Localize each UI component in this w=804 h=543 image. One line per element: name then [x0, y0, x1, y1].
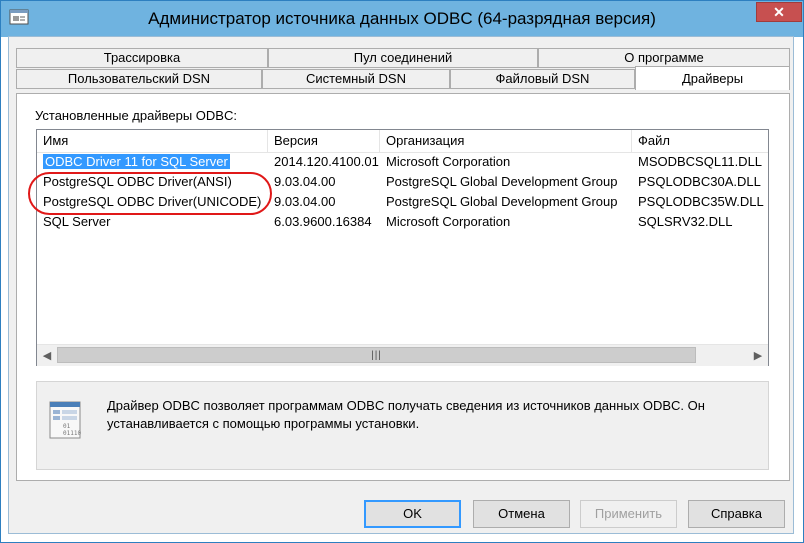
horizontal-scrollbar[interactable]: ◀ ||| ▶: [37, 344, 768, 366]
tab-label: Файловый DSN: [495, 71, 590, 86]
table-row[interactable]: SQL Server 6.03.9600.16384 Microsoft Cor…: [37, 212, 768, 232]
row-company-cell: Microsoft Corporation: [386, 214, 511, 229]
row-file-cell: PSQLODBC30A.DLL: [638, 174, 761, 189]
column-header-name[interactable]: Имя: [37, 130, 268, 152]
close-button[interactable]: ✕: [756, 2, 802, 22]
tab-file-dsn[interactable]: Файловый DSN: [450, 69, 635, 89]
tab-about[interactable]: О программе: [538, 48, 790, 68]
tab-drivers[interactable]: Драйверы: [635, 66, 790, 90]
row-company-cell: PostgreSQL Global Development Group: [386, 194, 618, 209]
row-file-cell: MSODBCSQL11.DLL: [638, 154, 763, 169]
tab-label: Системный DSN: [306, 71, 406, 86]
drivers-list[interactable]: Имя Версия Организация Файл ODBC Driver …: [36, 129, 769, 366]
selected-driver-name: ODBC Driver 11 for SQL Server: [43, 154, 230, 169]
row-name-cell: ODBC Driver 11 for SQL Server: [39, 152, 235, 172]
scroll-left-icon[interactable]: ◀: [37, 345, 57, 365]
close-icon: ✕: [773, 3, 785, 20]
document-binary-icon: 01 01110: [48, 400, 86, 440]
ok-button[interactable]: OK: [364, 500, 461, 528]
apply-button[interactable]: Применить: [580, 500, 677, 528]
tab-system-dsn[interactable]: Системный DSN: [262, 69, 450, 89]
row-version-cell: 9.03.04.00: [274, 174, 336, 189]
installed-drivers-label: Установленные драйверы ODBC:: [35, 108, 237, 123]
column-header-file[interactable]: Файл: [632, 130, 768, 152]
tab-tracing[interactable]: Трассировка: [16, 48, 268, 68]
list-header: Имя Версия Организация Файл: [37, 130, 768, 153]
window-title: Администратор источника данных ODBC (64-…: [148, 9, 656, 28]
column-header-company[interactable]: Организация: [380, 130, 632, 152]
tab-connection-pool[interactable]: Пул соединений: [268, 48, 538, 68]
table-row[interactable]: ODBC Driver 11 for SQL Server 2014.120.4…: [37, 152, 768, 172]
tab-label: Драйверы: [681, 71, 744, 86]
tab-label: Пользовательский DSN: [67, 71, 211, 86]
info-description: Драйвер ODBC позволяет программам ODBC п…: [107, 398, 705, 431]
scroll-right-icon[interactable]: ▶: [748, 345, 768, 365]
row-file-cell: PSQLODBC35W.DLL: [638, 194, 764, 209]
title-bar[interactable]: Администратор источника данных ODBC (64-…: [1, 1, 803, 37]
help-button[interactable]: Справка: [688, 500, 785, 528]
svg-text:01: 01: [63, 423, 71, 430]
tab-label: Трассировка: [103, 50, 181, 65]
svg-text:01110: 01110: [63, 430, 81, 437]
row-version-cell: 9.03.04.00: [274, 194, 336, 209]
column-header-version[interactable]: Версия: [268, 130, 380, 152]
row-name-cell: SQL Server: [43, 214, 111, 229]
scrollbar-thumb[interactable]: |||: [57, 347, 696, 363]
row-version-cell: 6.03.9600.16384: [274, 214, 372, 229]
row-version-cell: 2014.120.4100.01: [274, 154, 379, 169]
cancel-button[interactable]: Отмена: [473, 500, 570, 528]
tab-label: Пул соединений: [353, 50, 453, 65]
tab-user-dsn[interactable]: Пользовательский DSN: [16, 69, 262, 89]
row-file-cell: SQLSRV32.DLL: [638, 214, 733, 229]
grip-icon: |||: [371, 349, 382, 361]
row-company-cell: Microsoft Corporation: [386, 154, 511, 169]
row-company-cell: PostgreSQL Global Development Group: [386, 174, 618, 189]
tab-label: О программе: [624, 50, 704, 65]
highlight-annotation: [28, 172, 272, 215]
